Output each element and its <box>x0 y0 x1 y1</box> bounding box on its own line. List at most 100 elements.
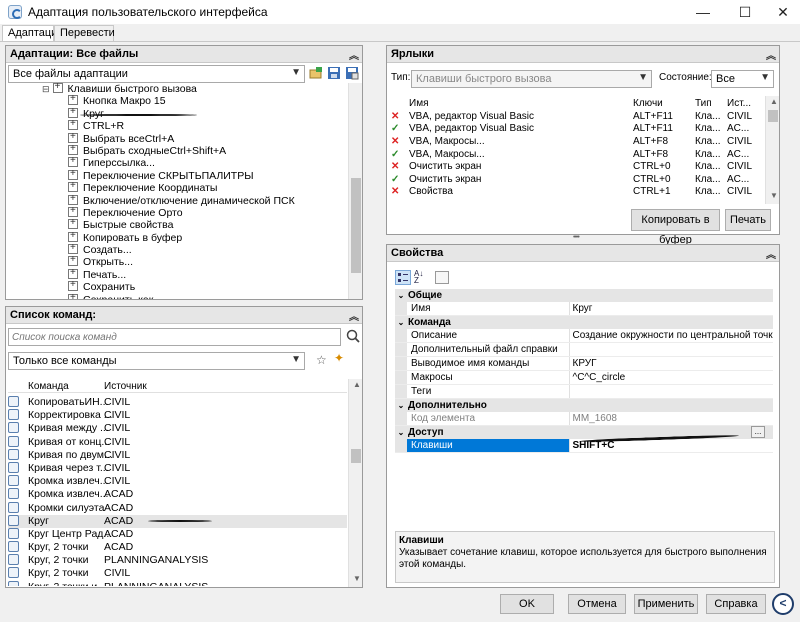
shortcut-row[interactable]: ✕ Очистить экран CTRL+0 Кла... CIVIL <box>389 160 765 173</box>
expand-plus-icon[interactable] <box>68 230 78 242</box>
property-value[interactable]: MM_1608 <box>569 412 773 426</box>
expand-plus-icon[interactable] <box>68 118 78 131</box>
tab-customize[interactable]: Адаптация <box>2 25 63 41</box>
tree-item[interactable]: Открыть... <box>8 254 348 268</box>
expand-plus-icon[interactable] <box>68 242 78 255</box>
ellipsis-button[interactable]: ... <box>751 426 765 438</box>
command-row[interactable]: Корректировка ... CIVIL <box>8 409 347 422</box>
property-value[interactable] <box>569 342 773 357</box>
property-row[interactable]: Код элемента MM_1608 <box>395 412 773 426</box>
shortcut-row[interactable]: ✓ VBA, редактор Visual Basic ALT+F11 Кла...… <box>389 123 765 136</box>
tree-item[interactable]: Быстрые свойства <box>8 217 348 231</box>
ok-button[interactable]: OK <box>500 594 554 614</box>
expand-plus-icon[interactable] <box>68 267 78 279</box>
copy-to-clipboard-button[interactable]: Копировать в буфер <box>631 209 720 246</box>
expand-plus-icon[interactable] <box>68 155 78 168</box>
expand-plus-icon[interactable] <box>68 279 78 292</box>
expand-plus-icon[interactable] <box>68 168 78 180</box>
property-row[interactable]: Макросы ^C^C_circle <box>395 370 773 385</box>
property-row[interactable]: Имя Круг <box>395 302 773 316</box>
expand-plus-icon[interactable] <box>68 193 78 205</box>
command-row[interactable]: Кривая через т... CIVIL <box>8 461 347 475</box>
scroll-thumb[interactable] <box>351 449 361 463</box>
property-row[interactable]: Теги <box>395 384 773 399</box>
scroll-up-icon[interactable]: ▲ <box>349 379 365 391</box>
tab-transfer[interactable]: Перевести <box>54 25 115 41</box>
expand-plus-icon[interactable] <box>68 143 78 155</box>
column-keys[interactable]: Ключи <box>631 96 693 110</box>
tree-item[interactable]: Кнопка Макро 15 <box>8 93 348 107</box>
collapse-icon[interactable]: ︽ <box>349 47 359 62</box>
command-search-input[interactable] <box>8 328 341 346</box>
command-row[interactable]: Кромка извлеч... CIVIL <box>8 475 347 488</box>
shortcut-row[interactable]: ✕ VBA, редактор Visual Basic ALT+F11 Кла...… <box>389 110 765 123</box>
command-row[interactable]: Круг Центр Рад... ACAD <box>8 527 347 541</box>
tree-item[interactable]: CTRL+R <box>8 118 348 132</box>
save-icon[interactable] <box>327 66 341 80</box>
property-row[interactable]: Дополнительный файл справки <box>395 342 773 357</box>
collapse-icon[interactable]: ︽ <box>349 308 359 323</box>
scroll-thumb[interactable] <box>351 178 361 273</box>
save-as-icon[interactable] <box>345 66 359 80</box>
property-value[interactable]: Создание окружности по центральной точке… <box>569 329 773 343</box>
expand-plus-icon[interactable] <box>68 217 78 230</box>
chevron-down-icon[interactable]: ⌄ <box>395 289 407 302</box>
property-pages-icon[interactable] <box>435 271 449 284</box>
tree-root[interactable]: ⊟ Клавиши быстрого вызова <box>8 83 348 95</box>
column-source[interactable]: Источник <box>104 381 147 392</box>
property-value[interactable] <box>569 384 773 399</box>
shortcut-row[interactable]: ✓ Очистить экран CTRL+0 Кла... AC... <box>389 173 765 186</box>
command-row[interactable]: Круг, 2 точки ACAD <box>8 541 347 554</box>
property-category[interactable]: ⌄ Общие <box>395 289 773 302</box>
tree-item[interactable]: Переключение СКРЫТЬПАЛИТРЫ <box>8 168 348 182</box>
property-value[interactable]: КРУГ <box>569 356 773 371</box>
tree-item[interactable]: Включение/отключение динамической ПСК <box>8 193 348 207</box>
tree-item[interactable]: Печать... <box>8 267 348 281</box>
shortcut-row[interactable]: ✓ VBA, Макросы... ALT+F8 Кла... AC... <box>389 148 765 161</box>
collapse-panels-icon[interactable]: < <box>772 593 794 615</box>
command-row[interactable]: Кривая по двум... CIVIL <box>8 448 347 462</box>
shortcut-row[interactable]: ✕ Свойства CTRL+1 Кла... CIVIL <box>389 186 765 199</box>
scroll-up-icon[interactable]: ▲ <box>766 96 782 108</box>
search-icon[interactable] <box>346 329 360 343</box>
customization-filter-dropdown[interactable]: Все файлы адаптации ▼ <box>8 65 305 83</box>
splitter-handle[interactable]: •••• <box>573 234 587 241</box>
command-row[interactable]: Круг, 2 точки PLANNINGANALYSIS <box>8 554 347 567</box>
shortcuts-scrollbar[interactable]: ▲ ▼ <box>765 96 779 204</box>
chevron-down-icon[interactable]: ⌄ <box>395 398 407 412</box>
tree-item[interactable]: Копировать в буфер <box>8 230 348 244</box>
load-file-icon[interactable] <box>309 66 323 80</box>
command-row[interactable]: Кривая от конц... CIVIL <box>8 435 347 449</box>
chevron-down-icon[interactable]: ⌄ <box>395 425 407 439</box>
tree-item[interactable]: Выбрать сходныеCtrl+Shift+A <box>8 143 348 157</box>
star-filter-icon[interactable]: ☆ <box>316 353 330 367</box>
command-list-scrollbar[interactable]: ▲ ▼ <box>348 379 362 587</box>
cancel-button[interactable]: Отмена <box>568 594 626 614</box>
help-button[interactable]: Справка <box>706 594 766 614</box>
expand-plus-icon[interactable] <box>68 205 78 217</box>
command-row[interactable]: Кромка извлеч... ACAD <box>8 488 347 501</box>
tree-item[interactable]: Переключение Орто <box>8 205 348 219</box>
print-button[interactable]: Печать <box>725 209 771 231</box>
property-category[interactable]: ⌄ Дополнительно <box>395 398 773 412</box>
collapse-minus-icon[interactable]: ⊟ <box>42 84 50 94</box>
alphabetical-icon[interactable]: A↓ Z <box>414 270 428 285</box>
tree-item[interactable]: Сохранить <box>8 279 348 293</box>
command-row[interactable]: Круг, 2 точки и ...PLANNINGANALYSIS <box>8 580 347 586</box>
minimize-button[interactable]: — <box>682 0 724 24</box>
column-type[interactable]: Тип <box>693 96 725 110</box>
maximize-button[interactable]: ☐ <box>724 0 766 24</box>
scroll-thumb[interactable] <box>768 110 778 122</box>
apply-button[interactable]: Применить <box>634 594 698 614</box>
column-name[interactable]: Имя <box>407 96 631 110</box>
close-button[interactable]: ✕ <box>766 0 800 24</box>
tree-item[interactable]: Переключение Координаты <box>8 180 348 194</box>
property-category[interactable]: ⌄ Команда <box>395 315 773 329</box>
property-value[interactable]: Круг <box>569 302 773 316</box>
chevron-down-icon[interactable]: ⌄ <box>395 315 407 329</box>
column-command[interactable]: Команда <box>28 381 69 392</box>
property-row[interactable]: Описание Создание окружности по центральн… <box>395 329 773 343</box>
expand-plus-icon[interactable] <box>68 106 78 118</box>
command-row[interactable]: Кривая между ... CIVIL <box>8 422 347 435</box>
collapse-icon[interactable]: ︽ <box>766 246 776 261</box>
